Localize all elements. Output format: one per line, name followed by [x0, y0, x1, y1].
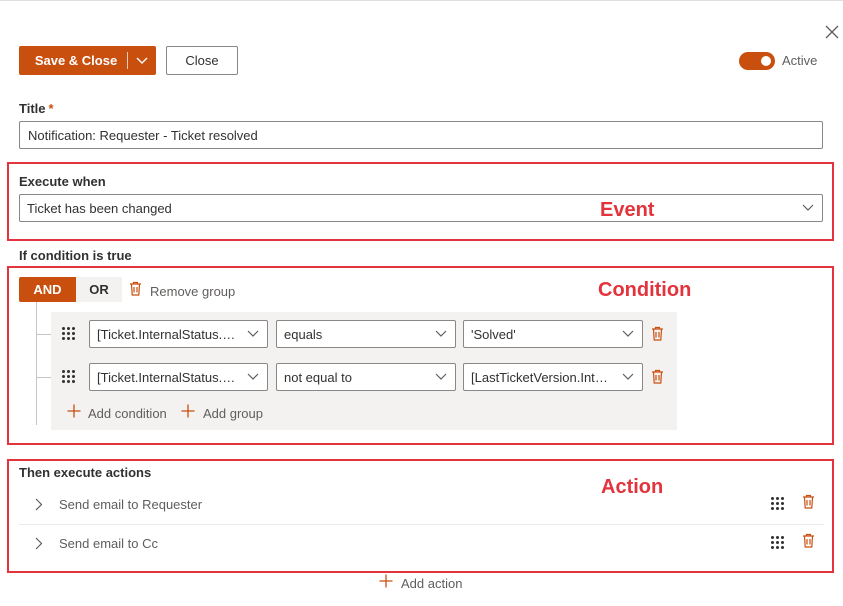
- delete-action-icon[interactable]: [802, 533, 815, 553]
- title-label: Title *: [19, 101, 54, 116]
- plus-icon: [67, 404, 81, 423]
- chevron-down-icon[interactable]: [128, 57, 156, 65]
- close-button[interactable]: Close: [166, 46, 238, 75]
- drag-handle-icon[interactable]: [771, 497, 785, 511]
- condition-label: If condition is true: [19, 248, 132, 263]
- condition-value-dropdown[interactable]: 'Solved': [463, 320, 643, 348]
- chevron-down-icon: [239, 330, 267, 338]
- action-item[interactable]: Send email to Cc: [19, 524, 824, 562]
- close-panel-icon[interactable]: [822, 23, 842, 43]
- event-annotation-label: Event: [600, 199, 655, 221]
- drag-handle-icon[interactable]: [62, 370, 76, 384]
- title-input-value: Notification: Requester - Ticket resolve…: [28, 127, 258, 143]
- action-item[interactable]: Send email to Requester: [19, 485, 824, 523]
- condition-field-dropdown[interactable]: [Ticket.InternalStatus.Tit...: [89, 320, 268, 348]
- remove-group-button[interactable]: Remove group: [129, 281, 235, 301]
- condition-operator-dropdown[interactable]: equals: [276, 320, 456, 348]
- action-item-label: Send email to Cc: [59, 535, 158, 551]
- condition-field-value: [Ticket.InternalStatus.Tit...: [97, 326, 239, 342]
- chevron-down-icon: [427, 330, 455, 338]
- add-action-label: Add action: [401, 576, 463, 591]
- active-toggle[interactable]: [739, 52, 775, 70]
- execute-when-value: Ticket has been changed: [27, 200, 172, 216]
- add-condition-label: Add condition: [88, 406, 167, 421]
- plus-icon: [181, 404, 195, 423]
- delete-condition-icon[interactable]: [651, 369, 664, 389]
- condition-operator-value: equals: [284, 326, 323, 342]
- condition-operator-value: not equal to: [284, 369, 352, 385]
- action-item-label: Send email to Requester: [59, 496, 203, 512]
- title-label-text: Title: [19, 101, 46, 116]
- condition-field-value: [Ticket.InternalStatus.Tit...: [97, 369, 239, 385]
- tree-branch: [36, 334, 51, 335]
- plus-icon: [379, 574, 393, 593]
- or-button[interactable]: OR: [76, 277, 122, 302]
- add-group-button[interactable]: Add group: [181, 404, 263, 423]
- actions-label: Then execute actions: [19, 465, 152, 480]
- chevron-down-icon: [614, 330, 642, 338]
- required-mark: *: [48, 101, 54, 116]
- chevron-right-icon[interactable]: [19, 498, 59, 511]
- drag-handle-icon[interactable]: [62, 327, 76, 341]
- condition-annotation-label: Condition: [598, 279, 692, 301]
- add-action-button[interactable]: Add action: [379, 574, 462, 593]
- save-close-button[interactable]: Save & Close: [19, 53, 127, 68]
- condition-value-dropdown[interactable]: [LastTicketVersion.Inter...: [463, 363, 643, 391]
- group-tree-line: [36, 302, 37, 425]
- chevron-down-icon: [239, 373, 267, 381]
- title-input[interactable]: Notification: Requester - Ticket resolve…: [19, 121, 823, 149]
- chevron-down-icon: [614, 373, 642, 381]
- delete-action-icon[interactable]: [802, 494, 815, 514]
- trash-icon: [129, 281, 142, 301]
- delete-condition-icon[interactable]: [651, 326, 664, 346]
- add-group-label: Add group: [203, 406, 263, 421]
- tree-branch: [36, 377, 51, 378]
- chevron-down-icon: [794, 204, 822, 212]
- execute-when-dropdown[interactable]: Ticket has been changed: [19, 194, 823, 222]
- condition-value-value: 'Solved': [471, 326, 516, 342]
- add-condition-button[interactable]: Add condition: [67, 404, 167, 423]
- condition-field-dropdown[interactable]: [Ticket.InternalStatus.Tit...: [89, 363, 268, 391]
- chevron-down-icon: [427, 373, 455, 381]
- toggle-knob: [761, 56, 771, 66]
- condition-operator-dropdown[interactable]: not equal to: [276, 363, 456, 391]
- and-button[interactable]: AND: [19, 277, 76, 302]
- chevron-right-icon[interactable]: [19, 537, 59, 550]
- drag-handle-icon[interactable]: [771, 536, 785, 550]
- condition-value-value: [LastTicketVersion.Inter...: [471, 369, 614, 385]
- active-label: Active: [782, 53, 818, 68]
- remove-group-label: Remove group: [150, 283, 236, 299]
- execute-when-label: Execute when: [19, 174, 106, 189]
- save-close-split-button[interactable]: Save & Close: [19, 46, 156, 75]
